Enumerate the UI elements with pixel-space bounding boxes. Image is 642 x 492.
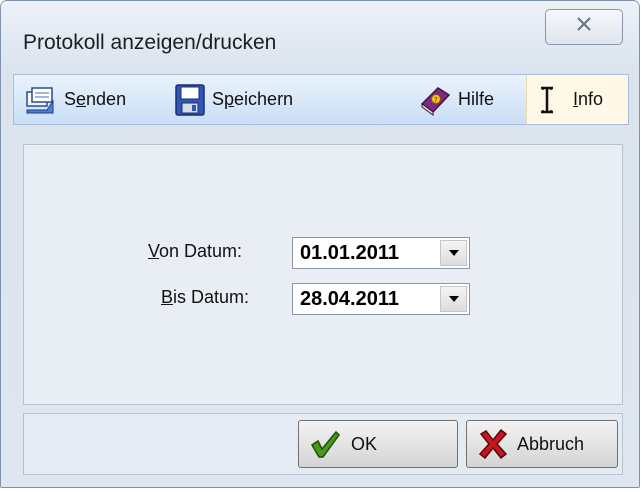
checkmark-icon — [309, 429, 341, 459]
dialog-window: Protokoll anzeigen/drucken Senden Speich… — [0, 0, 640, 488]
info-button[interactable]: Info — [526, 75, 628, 124]
von-datum-label: Von Datum: — [148, 241, 243, 261]
button-bar: OK Abbruch — [23, 413, 623, 475]
toolbar: Senden Speichern ? Hilfe Info — [13, 74, 629, 125]
ok-label: OK — [351, 433, 378, 454]
chevron-down-icon — [448, 290, 460, 308]
svg-text:?: ? — [434, 96, 438, 104]
help-label: Hilfe — [458, 89, 495, 109]
close-icon — [573, 15, 595, 39]
send-label: Senden — [64, 89, 127, 109]
floppy-disk-icon — [174, 83, 206, 117]
save-button[interactable]: Speichern — [174, 75, 293, 124]
cancel-label: Abbruch — [517, 433, 585, 454]
bis-datum-label: Bis Datum: — [161, 287, 250, 307]
help-button[interactable]: ? Hilfe — [418, 75, 494, 124]
window-title: Protokoll anzeigen/drucken — [23, 31, 277, 54]
chevron-down-icon — [448, 244, 460, 262]
send-button[interactable]: Senden — [24, 75, 126, 124]
date-range-panel: Von Datum: 01.01.2011 Bis Datum: 28.04.2… — [23, 144, 623, 405]
red-x-icon — [477, 428, 509, 460]
send-icon — [24, 83, 58, 117]
info-cursor-icon — [537, 85, 557, 115]
save-label: Speichern — [212, 89, 294, 109]
von-datum-dropdown-button[interactable] — [440, 240, 467, 266]
bis-datum-dropdown-button[interactable] — [440, 286, 467, 312]
bis-datum-value: 28.04.2011 — [300, 288, 399, 310]
von-datum-value: 01.01.2011 — [300, 242, 399, 264]
cancel-button[interactable]: Abbruch — [466, 420, 618, 468]
von-datum-field[interactable]: 01.01.2011 — [292, 237, 470, 269]
ok-button[interactable]: OK — [298, 420, 458, 468]
bis-datum-field[interactable]: 28.04.2011 — [292, 283, 470, 315]
help-book-icon: ? — [418, 84, 452, 116]
info-label: Info — [573, 89, 604, 109]
title-bar[interactable]: Protokoll anzeigen/drucken — [1, 1, 639, 67]
close-button[interactable] — [545, 9, 623, 45]
